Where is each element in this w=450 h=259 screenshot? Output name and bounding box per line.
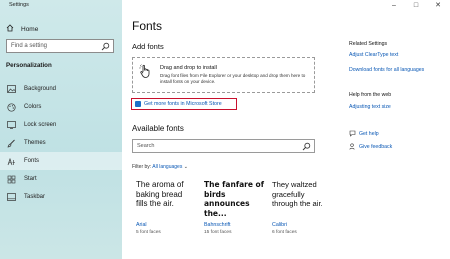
microsoft-store-link[interactable]: Get more fonts in Microsoft Store [131, 98, 237, 110]
home-icon [6, 24, 14, 34]
find-setting-input[interactable]: Find a setting [6, 39, 114, 53]
sidebar-item-label: Themes [24, 140, 46, 146]
filter-dropdown[interactable]: Filter by: All languages ⌄ [132, 164, 188, 170]
dropzone-description: Drag font files from File Explorer or yo… [160, 73, 306, 84]
add-fonts-heading: Add fonts [132, 42, 164, 51]
sidebar-item-label: Taskbar [24, 194, 46, 200]
font-name: Calibri [272, 222, 288, 228]
font-icon [7, 157, 16, 166]
search-icon [302, 142, 311, 151]
sidebar-item-start[interactable]: Start [0, 170, 122, 188]
font-search-placeholder: Search [137, 143, 155, 149]
sidebar-item-background[interactable]: Background [0, 80, 122, 98]
sidebar-item-fonts[interactable]: Fonts [0, 152, 122, 170]
available-fonts-heading: Available fonts [132, 124, 184, 133]
home-nav-item[interactable]: Home [6, 24, 38, 34]
help-icon [349, 130, 356, 137]
font-name: Arial [136, 222, 147, 228]
give-feedback-label: Give feedback [359, 143, 393, 150]
lock-screen-icon [7, 121, 16, 130]
filter-value: All languages [152, 164, 183, 170]
font-name: Bahnschrift [204, 222, 231, 228]
find-setting-placeholder: Find a setting [11, 43, 48, 49]
get-help-link[interactable]: Get help [349, 130, 379, 137]
start-icon [7, 175, 16, 184]
font-card-calibri[interactable]: They waltzed gracefully through the air.… [272, 180, 332, 235]
sidebar-item-label: Fonts [24, 158, 40, 164]
window-title: Settings [9, 2, 29, 8]
sidebar: Settings Home Find a setting Personaliza… [0, 0, 122, 259]
filter-label: Filter by: [132, 164, 152, 170]
sidebar-item-themes[interactable]: Themes [0, 134, 122, 152]
close-icon[interactable]: ✕ [431, 0, 445, 12]
download-fonts-link[interactable]: Download fonts for all languages [349, 67, 424, 73]
font-faces-count: 6 font faces [272, 230, 297, 235]
store-bag-icon [135, 101, 141, 107]
get-help-label: Get help [359, 130, 379, 137]
font-sample: The fanfare of birds announces the... [204, 180, 264, 218]
palette-icon [7, 102, 16, 112]
font-sample: The aroma of baking bread fills the air. [136, 180, 184, 208]
feedback-icon [349, 143, 356, 150]
font-dropzone[interactable]: Drag and drop to install Drag font files… [132, 57, 315, 93]
sidebar-item-colors[interactable]: Colors [0, 98, 122, 116]
sidebar-item-taskbar[interactable]: Taskbar [0, 188, 122, 206]
text-size-link[interactable]: Adjusting text size [349, 104, 391, 110]
main-content: – □ ✕ Fonts Add fonts Drag and drop to i… [122, 0, 450, 259]
drag-hand-icon [139, 64, 150, 78]
sidebar-item-label: Colors [24, 104, 42, 110]
home-label: Home [21, 25, 39, 33]
maximize-icon[interactable]: □ [409, 0, 423, 12]
font-faces-count: 15 font faces [204, 230, 232, 235]
font-faces-count: 5 font faces [136, 230, 161, 235]
taskbar-icon [7, 193, 16, 202]
brush-icon [7, 139, 16, 148]
search-icon [101, 42, 110, 51]
dropzone-title: Drag and drop to install [160, 65, 217, 71]
related-settings-heading: Related Settings [349, 41, 388, 47]
cleartype-link[interactable]: Adjust ClearType text [349, 52, 398, 58]
sidebar-item-label: Lock screen [24, 122, 57, 128]
store-link-label: Get more fonts in Microsoft Store [144, 101, 222, 107]
font-card-bahnschrift[interactable]: The fanfare of birds announces the... Ba… [204, 180, 264, 235]
give-feedback-link[interactable]: Give feedback [349, 143, 392, 150]
sidebar-item-label: Background [24, 86, 57, 92]
page-title: Fonts [132, 19, 163, 33]
sidebar-nav: Background Colors Lock screen Themes Fon… [0, 80, 122, 206]
section-title: Personalization [6, 62, 52, 69]
sidebar-item-lock-screen[interactable]: Lock screen [0, 116, 122, 134]
image-icon [7, 85, 16, 94]
help-heading: Help from the web [349, 92, 392, 98]
font-sample: They waltzed gracefully through the air. [272, 180, 323, 208]
font-card-arial[interactable]: The aroma of baking bread fills the air.… [136, 180, 196, 235]
sidebar-item-label: Start [24, 176, 37, 182]
chevron-down-icon: ⌄ [183, 164, 188, 170]
font-search-input[interactable]: Search [132, 139, 315, 153]
minimize-icon[interactable]: – [387, 0, 401, 12]
